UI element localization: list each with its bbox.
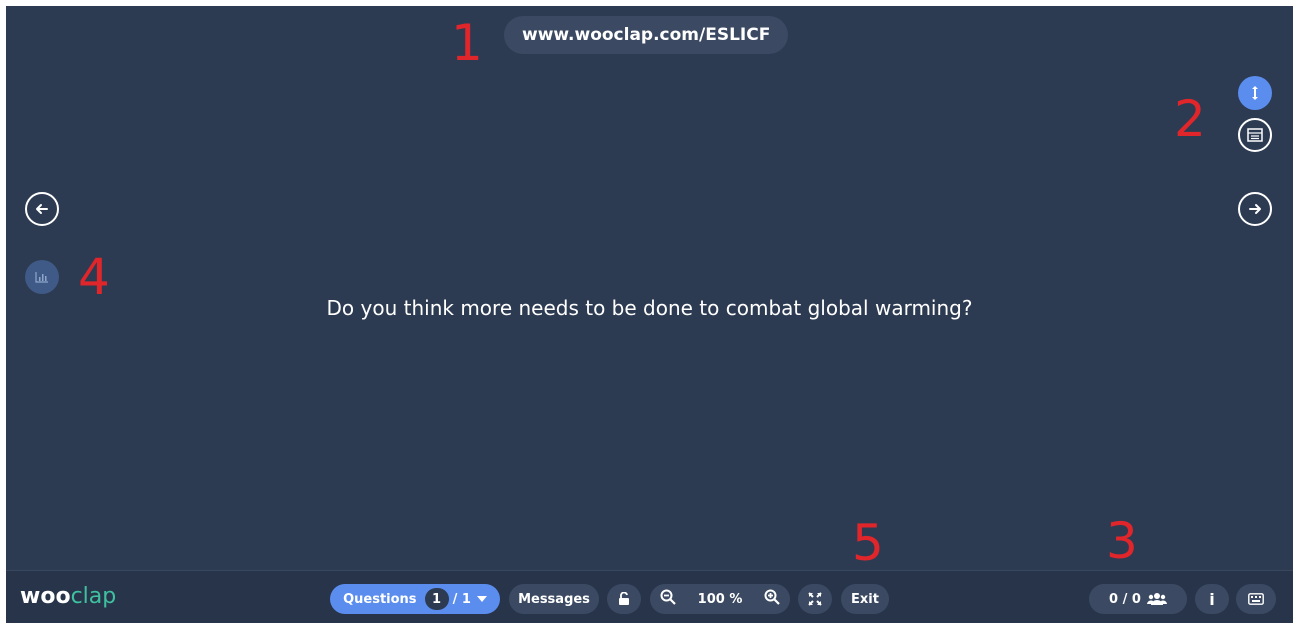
bar-chart-icon xyxy=(35,272,48,283)
logo-woo: woo xyxy=(20,584,71,609)
vertical-resize-icon xyxy=(1252,86,1258,100)
bottom-toolbar: wooclap Questions 1 / 1 Messages 100 % E… xyxy=(6,570,1293,623)
fullscreen-icon xyxy=(808,592,822,606)
annotation-3: 3 xyxy=(1106,512,1138,570)
presentation-stage: www.wooclap.com/ESLICF 1 2 3 4 5 Do you … xyxy=(6,6,1293,623)
chevron-down-icon xyxy=(476,596,487,602)
zoom-control: 100 % xyxy=(650,584,790,614)
participants-count: 0 / 0 xyxy=(1109,591,1141,607)
question-text: Do you think more needs to be done to co… xyxy=(326,296,973,320)
participants-counter: 0 / 0 xyxy=(1089,584,1187,614)
annotation-5: 5 xyxy=(852,514,884,572)
layout-toggle-button[interactable] xyxy=(1238,118,1272,152)
join-url: www.wooclap.com/ESLICF xyxy=(504,16,789,54)
messages-button[interactable]: Messages xyxy=(509,584,599,614)
annotation-2: 2 xyxy=(1174,90,1206,148)
annotation-4: 4 xyxy=(78,248,110,306)
zoom-out-button[interactable] xyxy=(660,589,676,609)
wooclap-logo: wooclap xyxy=(20,584,116,609)
zoom-in-icon xyxy=(764,589,780,605)
zoom-level: 100 % xyxy=(697,591,743,607)
next-slide-button[interactable] xyxy=(1238,192,1272,226)
questions-dropdown[interactable]: Questions 1 / 1 xyxy=(330,584,500,614)
logo-clap: clap xyxy=(70,584,117,609)
exit-button[interactable]: Exit xyxy=(841,584,889,614)
users-icon xyxy=(1146,593,1167,605)
layout-toggle-icon xyxy=(1247,128,1263,142)
fullscreen-button[interactable] xyxy=(798,584,832,614)
question-current: 1 xyxy=(424,588,449,610)
unlock-icon xyxy=(619,592,629,605)
show-results-button[interactable] xyxy=(25,260,59,294)
zoom-in-button[interactable] xyxy=(764,589,780,609)
questions-label: Questions xyxy=(343,591,417,607)
previous-slide-button[interactable] xyxy=(25,192,59,226)
zoom-out-icon xyxy=(660,589,676,605)
lock-button[interactable] xyxy=(607,584,641,614)
question-total: / 1 xyxy=(452,591,471,607)
vertical-resize-button[interactable] xyxy=(1238,76,1272,110)
annotation-1: 1 xyxy=(451,14,483,72)
info-button[interactable]: i xyxy=(1195,584,1229,614)
keyboard-icon xyxy=(1248,593,1264,605)
arrow-left-icon xyxy=(36,204,48,214)
arrow-right-icon xyxy=(1249,204,1261,214)
keyboard-shortcuts-button[interactable] xyxy=(1236,584,1276,614)
